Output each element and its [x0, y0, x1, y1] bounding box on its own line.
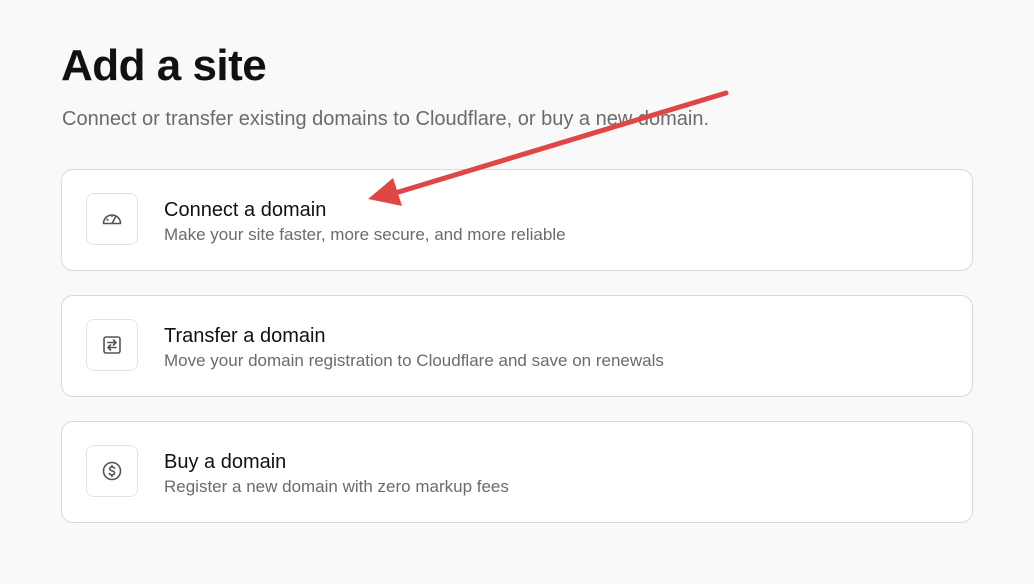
- transfer-domain-option[interactable]: Transfer a domain Move your domain regis…: [61, 295, 973, 397]
- page-subtitle: Connect or transfer existing domains to …: [62, 108, 710, 130]
- option-description: Make your site faster, more secure, and …: [164, 225, 566, 244]
- buy-domain-option[interactable]: Buy a domain Register a new domain with …: [61, 421, 973, 523]
- speedometer-icon: [86, 193, 138, 245]
- dollar-coin-icon: [86, 445, 138, 497]
- connect-domain-option[interactable]: Connect a domain Make your site faster, …: [61, 169, 973, 271]
- option-title: Transfer a domain: [164, 325, 326, 347]
- option-description: Move your domain registration to Cloudfl…: [164, 351, 664, 370]
- transfer-icon: [86, 319, 138, 371]
- option-title: Connect a domain: [164, 199, 327, 221]
- page-title: Add a site: [61, 41, 267, 90]
- site-options-list: Connect a domain Make your site faster, …: [61, 169, 973, 547]
- option-title: Buy a domain: [164, 451, 287, 473]
- option-description: Register a new domain with zero markup f…: [164, 477, 509, 496]
